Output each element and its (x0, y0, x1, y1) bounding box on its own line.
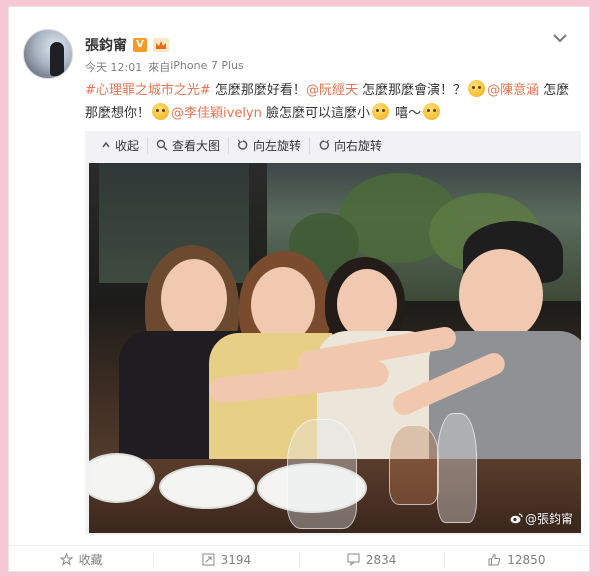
weibo-post-card: 張鈞甯 V 今天 12:01 來自 iPhone 7 Plus #心理罪之城市之… (8, 6, 590, 572)
comment-button[interactable]: 2834 (300, 552, 445, 567)
rotate-right-label: 向右旋转 (334, 138, 383, 153)
magnifier-icon (156, 139, 168, 151)
rotate-right-icon (319, 139, 330, 150)
photo-glass-2 (389, 425, 439, 505)
mention-link-3[interactable]: @李佳穎ivelyn (171, 106, 262, 121)
mention-link-2[interactable]: @陳意涵 (487, 83, 539, 98)
verified-badge-icon: V (133, 38, 147, 52)
photo-watermark-text: @張鈞甯 (524, 512, 573, 526)
favorite-label: 收藏 (78, 553, 103, 567)
crown-icon (156, 41, 166, 49)
collapse-label: 收起 (115, 138, 140, 153)
rotate-left-label: 向左旋转 (253, 138, 302, 153)
hashtag-link[interactable]: #心理罪之城市之光# (85, 83, 211, 98)
photo-glass-3 (437, 413, 477, 523)
like-count: 12850 (507, 552, 546, 567)
star-icon (59, 553, 73, 566)
photo-plate-2 (159, 465, 255, 509)
view-large-button[interactable]: 查看大图 (148, 136, 230, 154)
view-large-label: 查看大图 (172, 138, 221, 153)
photo-watermark: @張鈞甯 (510, 510, 573, 527)
repost-count: 3194 (220, 552, 252, 567)
post-meta: 今天 12:01 來自 iPhone 7 Plus (85, 59, 244, 75)
more-menu-chevron-icon[interactable] (551, 29, 569, 47)
text-part-1: 怎麼那麼好看！ (210, 83, 306, 98)
mention-link-1[interactable]: @阮經天 (306, 83, 358, 98)
like-button[interactable]: 12850 (445, 553, 589, 567)
post-timestamp[interactable]: 今天 12:01 (85, 59, 142, 75)
username[interactable]: 張鈞甯 (85, 35, 127, 55)
repost-icon (202, 553, 215, 566)
rotate-left-icon (238, 139, 248, 150)
rotate-right-button[interactable]: 向右旋转 (310, 137, 390, 154)
grin-emoji-icon (468, 80, 486, 97)
repost-button[interactable]: 3194 (154, 552, 300, 567)
shocked-emoji-icon (372, 103, 390, 120)
post-text: #心理罪之城市之光# 怎麼那麼好看！@阮經天 怎麼那麼會演！？ @陳意涵 怎麼那麼… (85, 79, 581, 125)
thumbs-up-icon (488, 553, 501, 566)
post-header: 張鈞甯 V (85, 35, 169, 55)
rotate-left-button[interactable]: 向左旋转 (229, 136, 311, 154)
photo-glass-1 (287, 419, 357, 529)
comment-icon (347, 553, 360, 566)
collapse-arrow-icon (102, 141, 110, 148)
collapse-button[interactable]: 收起 (93, 136, 149, 154)
post-photo[interactable]: @張鈞甯 (89, 163, 581, 533)
text-part-4: 臉怎麼可以這麼小 (261, 106, 371, 121)
level-badge-icon (153, 38, 169, 52)
avatar[interactable] (23, 29, 73, 79)
post-actions-bar: 收藏 3194 2834 12850 (9, 546, 589, 573)
weibo-logo-icon (510, 513, 523, 524)
text-part-2: 怎麼那麼會演！？ (357, 83, 467, 98)
comment-count: 2834 (365, 552, 397, 567)
favorite-button[interactable]: 收藏 (9, 552, 155, 567)
text-part-5: 嘻～ (391, 106, 422, 121)
laugh-emoji-icon (423, 103, 441, 120)
source-device[interactable]: iPhone 7 Plus (170, 59, 244, 75)
source-prefix: 來自 (148, 61, 171, 74)
image-toolbar: 收起 查看大图 向左旋转 向右旋转 (85, 131, 581, 159)
photo-frame: @張鈞甯 (85, 159, 581, 535)
surprised-emoji-icon (152, 103, 170, 120)
